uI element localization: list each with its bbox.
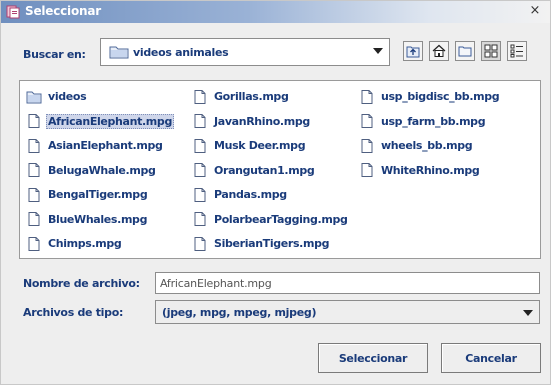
file-list[interactable]: videos AfricanElephant.mpg AsianElephant.m… bbox=[19, 80, 541, 259]
cancel-button[interactable]: Cancelar bbox=[441, 343, 541, 373]
folder-icon bbox=[26, 91, 42, 103]
up-folder-button[interactable] bbox=[403, 41, 423, 61]
file-name: BelugaWhale.mpg bbox=[48, 163, 156, 177]
folder-icon bbox=[109, 46, 129, 59]
file-type-value: (jpeg, mpg, mpeg, mjpeg) bbox=[162, 306, 317, 319]
file-type-label: Archivos de tipo: bbox=[23, 306, 124, 319]
file-name-label: Nombre de archivo: bbox=[23, 277, 140, 290]
file-icon bbox=[28, 212, 40, 226]
file-item[interactable]: Gorillas.mpg bbox=[192, 87, 290, 106]
file-item[interactable]: SiberianTigers.mpg bbox=[192, 234, 331, 253]
file-name: usp_bigdisc_bb.mpg bbox=[381, 90, 500, 103]
chevron-down-icon[interactable] bbox=[523, 310, 533, 316]
file-icon bbox=[361, 163, 373, 177]
home-button[interactable] bbox=[429, 41, 449, 61]
select-button[interactable]: Seleccionar bbox=[318, 343, 428, 373]
file-item[interactable]: JavanRhino.mpg bbox=[192, 112, 312, 131]
file-item[interactable]: usp_bigdisc_bb.mpg bbox=[359, 87, 501, 106]
file-name: AfricanElephant.mpg bbox=[46, 113, 174, 129]
window-title: Seleccionar bbox=[25, 4, 101, 18]
file-name: videos bbox=[48, 90, 87, 103]
file-item[interactable]: AsianElephant.mpg bbox=[26, 136, 165, 155]
file-name: SiberianTigers.mpg bbox=[214, 237, 330, 250]
file-icon bbox=[361, 138, 373, 153]
file-item[interactable]: Chimps.mpg bbox=[26, 234, 123, 253]
details-view-button[interactable] bbox=[507, 41, 527, 61]
file-icon bbox=[28, 236, 40, 251]
file-name: Orangutan1.mpg bbox=[214, 163, 315, 177]
file-icon bbox=[194, 138, 206, 153]
look-in-label: Buscar en: bbox=[23, 48, 86, 61]
file-chooser-dialog: Seleccionar × Buscar en: videos animales bbox=[0, 0, 551, 385]
file-name-field[interactable]: AfricanElephant.mpg bbox=[155, 272, 540, 294]
look-in-combo[interactable]: videos animales bbox=[100, 38, 390, 66]
chevron-down-icon[interactable] bbox=[373, 48, 383, 54]
file-name: JavanRhino.mpg bbox=[214, 114, 310, 128]
list-view-button[interactable] bbox=[481, 41, 501, 61]
file-name: BengalTiger.mpg bbox=[48, 188, 148, 201]
file-icon bbox=[194, 163, 206, 177]
file-type-combo[interactable]: (jpeg, mpg, mpeg, mjpeg) bbox=[155, 300, 540, 324]
file-item[interactable]: BengalTiger.mpg bbox=[26, 185, 149, 204]
file-item[interactable]: BelugaWhale.mpg bbox=[26, 161, 158, 180]
file-name-value: AfricanElephant.mpg bbox=[160, 277, 272, 290]
file-icon bbox=[28, 138, 40, 153]
file-name: PolarbearTagging.mpg bbox=[214, 212, 348, 226]
up-folder-icon bbox=[406, 46, 420, 58]
file-item[interactable]: Pandas.mpg bbox=[192, 185, 289, 204]
file-name: Gorillas.mpg bbox=[214, 90, 289, 103]
title-bar[interactable]: Seleccionar × bbox=[1, 1, 550, 23]
close-icon[interactable]: × bbox=[528, 3, 542, 19]
list-view-icon bbox=[484, 44, 498, 58]
file-icon bbox=[194, 212, 206, 226]
new-folder-button[interactable] bbox=[455, 41, 475, 61]
file-item[interactable]: wheels_bb.mpg bbox=[359, 136, 474, 155]
file-icon bbox=[28, 187, 40, 202]
file-name: Chimps.mpg bbox=[48, 237, 122, 250]
file-name: BlueWhales.mpg bbox=[48, 212, 148, 226]
file-name: usp_farm_bb.mpg bbox=[381, 114, 486, 128]
file-icon bbox=[28, 163, 40, 177]
file-name: AsianElephant.mpg bbox=[48, 139, 163, 152]
file-name: wheels_bb.mpg bbox=[381, 139, 473, 152]
file-item[interactable]: Orangutan1.mpg bbox=[192, 161, 316, 180]
folder-item[interactable]: videos bbox=[26, 87, 88, 106]
file-icon bbox=[361, 114, 373, 128]
file-icon bbox=[194, 89, 206, 104]
file-name: Pandas.mpg bbox=[214, 188, 287, 201]
file-item[interactable]: BlueWhales.mpg bbox=[26, 210, 149, 229]
file-icon bbox=[194, 236, 206, 251]
file-item[interactable]: WhiteRhino.mpg bbox=[359, 161, 481, 180]
file-icon bbox=[28, 114, 40, 128]
home-icon bbox=[432, 44, 446, 57]
file-icon bbox=[194, 187, 206, 202]
file-name: WhiteRhino.mpg bbox=[381, 163, 480, 177]
file-item[interactable]: PolarbearTagging.mpg bbox=[192, 210, 350, 229]
file-icon bbox=[361, 89, 373, 104]
app-icon bbox=[6, 5, 20, 19]
file-item[interactable]: AfricanElephant.mpg bbox=[26, 112, 174, 131]
file-item[interactable]: usp_farm_bb.mpg bbox=[359, 112, 487, 131]
file-item[interactable]: Musk Deer.mpg bbox=[192, 136, 307, 155]
new-folder-icon bbox=[458, 46, 472, 57]
file-icon bbox=[194, 114, 206, 128]
file-name: Musk Deer.mpg bbox=[214, 139, 306, 152]
look-in-value: videos animales bbox=[133, 46, 229, 59]
details-view-icon bbox=[510, 44, 523, 58]
